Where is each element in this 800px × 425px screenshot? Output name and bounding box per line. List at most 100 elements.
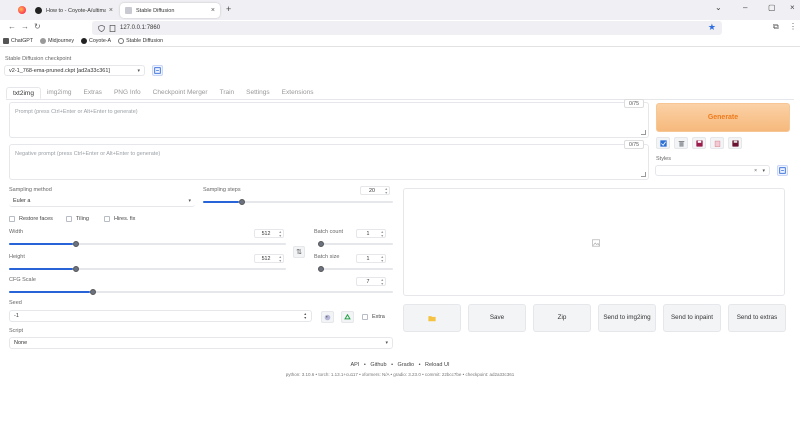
restore-faces-checkbox[interactable]: Restore faces (9, 216, 53, 222)
reload-icon[interactable]: ↻ (34, 22, 41, 31)
close-icon[interactable]: × (211, 7, 215, 14)
width-number[interactable]: 512 ▲ ▼ (254, 229, 284, 238)
slider-handle[interactable] (318, 266, 324, 272)
resize-handle[interactable] (641, 130, 646, 135)
refresh-styles-button[interactable] (777, 165, 788, 176)
checkbox-label: Tiling (76, 216, 89, 222)
bookmark-chatgpt[interactable]: ChatGPT (3, 38, 33, 44)
cfg-scale-number[interactable]: 7 ▲ ▼ (356, 277, 386, 286)
midjourney-icon (40, 38, 47, 44)
checkbox-box[interactable] (362, 314, 368, 320)
tab-train[interactable]: Train (214, 87, 241, 99)
sampling-steps-number[interactable]: 20 ▲ ▼ (360, 186, 390, 195)
hires-fix-checkbox[interactable]: Hires. fix (104, 216, 135, 222)
spinner-icon[interactable]: ▲ ▼ (304, 312, 307, 320)
chevron-down-icon[interactable]: ⌄ (715, 3, 722, 12)
batch-size-number[interactable]: 1 ▲ ▼ (356, 254, 386, 263)
checkbox-box[interactable] (104, 216, 110, 222)
seed-input[interactable]: -1 ▲ ▼ (9, 310, 312, 322)
random-seed-button[interactable] (321, 311, 334, 323)
page-info-icon[interactable] (109, 24, 116, 32)
spinner-icon[interactable]: ▲ ▼ (279, 255, 282, 263)
slider-handle[interactable] (89, 289, 96, 295)
tab-extensions[interactable]: Extensions (276, 87, 320, 99)
batch-size-slider[interactable] (318, 266, 393, 272)
slider-handle[interactable] (239, 199, 246, 205)
sampling-steps-slider[interactable] (203, 199, 393, 205)
tab-checkpoint-merger[interactable]: Checkpoint Merger (147, 87, 214, 99)
send-to-extras-button[interactable]: Send to extras (728, 304, 786, 332)
extra-seed-checkbox[interactable]: Extra (362, 314, 385, 320)
apply-style-button[interactable] (710, 137, 724, 149)
reuse-seed-button[interactable] (341, 311, 354, 323)
styles-select[interactable]: × ▾ (655, 165, 770, 176)
window-close-icon[interactable]: × (790, 3, 795, 12)
clear-icon[interactable]: × (754, 168, 757, 174)
generate-button[interactable]: Generate (656, 103, 790, 132)
refresh-checkpoint-button[interactable] (152, 65, 163, 76)
bookmark-midjourney[interactable]: Midjourney (40, 38, 74, 44)
slider-handle[interactable] (72, 266, 79, 272)
tab-txt2img[interactable]: txt2img (6, 87, 41, 99)
browser-tab-github[interactable]: How to - Coyote-A/ultimate-up × (30, 3, 118, 18)
save-style-button[interactable] (692, 137, 706, 149)
spinner-icon[interactable]: ▲ ▼ (279, 230, 282, 238)
tab-png-info[interactable]: PNG Info (108, 87, 147, 99)
new-tab-button[interactable]: + (226, 4, 231, 14)
footer-link-reload-ui[interactable]: Reload UI (425, 362, 449, 368)
sampling-method-select[interactable]: Euler a ▾ (9, 196, 195, 207)
swap-icon: ⇅ (296, 249, 302, 256)
close-icon[interactable]: × (109, 7, 113, 14)
slider-handle[interactable] (318, 241, 324, 247)
checkbox-box[interactable] (66, 216, 72, 222)
bookmark-stable-diffusion[interactable]: Stable Diffusion (118, 38, 163, 44)
shield-icon (98, 24, 105, 32)
save-button[interactable]: Save (468, 304, 526, 332)
back-icon[interactable]: ← (8, 22, 16, 31)
bookmark-star-icon[interactable]: ★ (708, 22, 716, 33)
paste-params-button[interactable] (656, 137, 670, 149)
prompt-input[interactable]: Prompt (press Ctrl+Enter or Alt+Enter to… (9, 102, 649, 138)
tiling-checkbox[interactable]: Tiling (66, 216, 89, 222)
tab-img2img[interactable]: img2img (41, 87, 78, 99)
menu-icon[interactable]: ⋮ (789, 22, 797, 31)
send-to-inpaint-button[interactable]: Send to inpaint (663, 304, 721, 332)
footer-link-api[interactable]: API (350, 362, 359, 368)
height-slider[interactable] (9, 266, 286, 272)
bookmark-label: Coyote-A (89, 38, 112, 44)
batch-count-slider[interactable] (318, 241, 393, 247)
output-gallery[interactable] (403, 188, 785, 296)
clear-prompt-button[interactable] (674, 137, 688, 149)
floppy-button[interactable] (728, 137, 742, 149)
cfg-scale-slider[interactable] (9, 289, 393, 295)
browser-tab-stable-diffusion[interactable]: Stable Diffusion × (120, 3, 220, 18)
url-bar[interactable]: 127.0.0.1:7860 ★ (92, 21, 722, 35)
height-number[interactable]: 512 ▲ ▼ (254, 254, 284, 263)
footer-link-github[interactable]: Github (370, 362, 386, 368)
negative-prompt-input[interactable]: Negative prompt (press Ctrl+Enter or Alt… (9, 144, 649, 180)
tab-settings[interactable]: Settings (240, 87, 276, 99)
checkbox-box[interactable] (9, 216, 15, 222)
zip-button[interactable]: Zip (533, 304, 591, 332)
slider-handle[interactable] (72, 241, 79, 247)
bookmark-coyote-a[interactable]: Coyote-A (81, 38, 111, 44)
spinner-icon[interactable]: ▲ ▼ (381, 278, 384, 286)
checkpoint-select[interactable]: v2-1_768-ema-pruned.ckpt [ad2a33c361] ▾ (4, 65, 145, 76)
maximize-icon[interactable]: ▢ (768, 3, 776, 12)
script-select[interactable]: None ▾ (9, 337, 393, 349)
width-slider[interactable] (9, 241, 286, 247)
send-to-img2img-button[interactable]: Send to img2img (598, 304, 656, 332)
footer-link-gradio[interactable]: Gradio (398, 362, 415, 368)
spinner-icon[interactable]: ▲ ▼ (381, 230, 384, 238)
firefox-icon[interactable] (18, 6, 26, 14)
minimize-icon[interactable]: – (743, 3, 747, 12)
forward-icon[interactable]: → (21, 22, 29, 31)
resize-handle[interactable] (641, 172, 646, 177)
spinner-icon[interactable]: ▲ ▼ (385, 187, 388, 195)
swap-dimensions-button[interactable]: ⇅ (293, 246, 305, 258)
extensions-icon[interactable]: ⧉ (773, 22, 779, 32)
spinner-icon[interactable]: ▲ ▼ (381, 255, 384, 263)
batch-count-number[interactable]: 1 ▲ ▼ (356, 229, 386, 238)
tab-extras[interactable]: Extras (78, 87, 108, 99)
open-folder-button[interactable] (403, 304, 461, 332)
